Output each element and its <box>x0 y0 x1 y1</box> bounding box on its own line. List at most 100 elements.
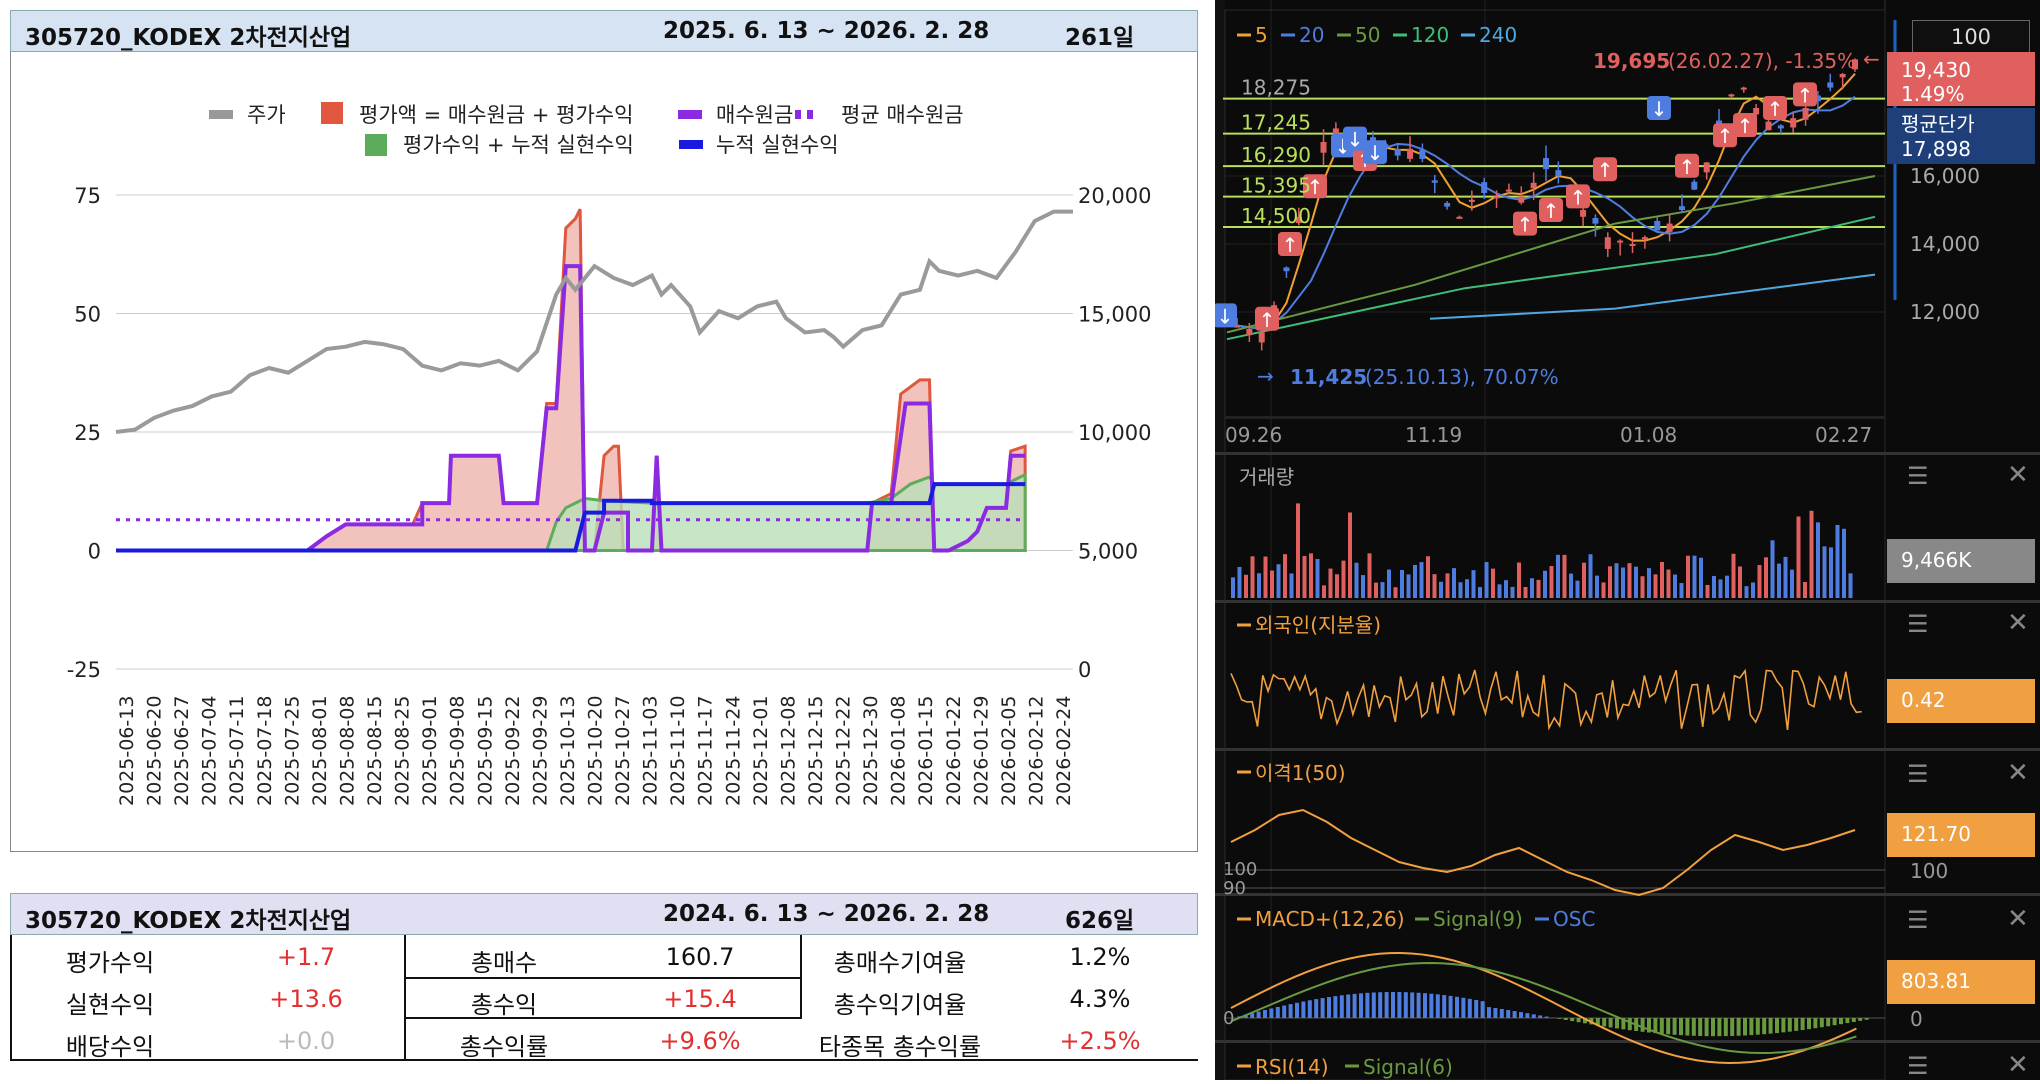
date-tick-label: 2025-08-25 <box>392 696 414 806</box>
volume-bar <box>1504 580 1508 598</box>
macd-osc-bar <box>1609 1018 1613 1027</box>
volume-bar <box>1803 582 1807 598</box>
disparity-90: 90 <box>1223 878 1246 899</box>
macd-osc-bar <box>1820 1018 1824 1027</box>
date-tick-label: 2025-11-03 <box>640 696 662 806</box>
volume-close-icon[interactable]: ✕ <box>2007 460 2029 490</box>
date-tick-label: 2025-10-27 <box>612 696 634 806</box>
date-tick-label: 2025-08-08 <box>336 696 358 806</box>
marker-arrow-icon: ↑ <box>1767 97 1784 121</box>
candle-body <box>1778 125 1784 128</box>
volume-bar <box>1348 512 1352 598</box>
macd-osc-bar <box>1404 992 1408 1018</box>
volume-bar <box>1309 553 1313 598</box>
macd-osc-bar <box>1762 1018 1766 1034</box>
summary-v3: 4.3% <box>990 985 1210 1013</box>
candle-body <box>1642 237 1648 239</box>
volume-bar <box>1283 554 1287 598</box>
date-tick-label: 2025-12-22 <box>833 696 855 806</box>
summary-l3: 총수익기여율 <box>790 985 1010 1020</box>
macd-osc-bar <box>1276 1007 1280 1018</box>
foreign-line <box>1231 670 1862 730</box>
date-tick-label: 2025-11-17 <box>695 696 717 806</box>
macd-osc-bar <box>1641 1018 1645 1032</box>
marker-arrow-icon: ↑ <box>1543 199 1560 223</box>
macd-osc-bar <box>1327 997 1331 1018</box>
fib-label: 16,290 <box>1241 143 1311 167</box>
marker-arrow-icon: ↑ <box>1717 124 1734 148</box>
macd-osc-bar <box>1333 996 1337 1018</box>
disparity-line <box>1231 810 1855 895</box>
volume-menu-icon[interactable]: ☰ <box>1907 462 1929 490</box>
macd-osc-bar <box>1628 1018 1632 1030</box>
volume-bar <box>1725 576 1729 598</box>
candle-body <box>1679 206 1685 210</box>
rsi-title: RSI(14) <box>1255 1055 1329 1079</box>
rsi-close-icon[interactable]: ✕ <box>2007 1050 2029 1080</box>
main-chart: 주가 평가액 = 매수원금 + 평가수익 매수원금 평균 매수원금 평가수익 +… <box>11 52 1199 852</box>
volume-bar <box>1524 587 1528 598</box>
macd-osc-bar <box>1865 1018 1869 1020</box>
foreign-close-icon[interactable]: ✕ <box>2007 608 2029 638</box>
summary-l1: 배당수익 <box>0 1027 220 1062</box>
macd-osc-bar <box>1545 1017 1549 1018</box>
summary-v2: +9.6% <box>590 1027 810 1055</box>
rsi-menu-icon[interactable]: ☰ <box>1907 1052 1929 1080</box>
volume-bar <box>1400 570 1404 598</box>
disparity-close-icon[interactable]: ✕ <box>2007 758 2029 788</box>
macd-osc-bar <box>1845 1018 1849 1023</box>
candle-body <box>1432 180 1438 182</box>
summary-l3: 총매수기여율 <box>790 943 1010 978</box>
macd-osc-bar <box>1705 1018 1709 1036</box>
ma-legend-label: 5 <box>1255 23 1268 47</box>
x-date-label: 09.26 <box>1225 423 1282 447</box>
avg-label: 평균단가 <box>1901 112 2035 137</box>
macd-osc-bar <box>1397 992 1401 1018</box>
macd-osc-bar <box>1749 1018 1753 1035</box>
fib-label: 17,245 <box>1241 111 1311 135</box>
candle-body <box>1518 196 1524 202</box>
candle-body <box>1704 162 1710 172</box>
macd-osc-bar <box>1429 994 1433 1018</box>
volume-bar <box>1628 563 1632 598</box>
volume-bar <box>1589 554 1593 598</box>
volume-bar <box>1322 585 1326 598</box>
volume-bar <box>1303 556 1307 598</box>
high-note: 19,695 <box>1593 49 1670 73</box>
zoom-box[interactable]: 100 <box>1912 20 2030 54</box>
foreign-menu-icon[interactable]: ☰ <box>1907 610 1929 638</box>
summary-l2: 총매수 <box>394 943 614 978</box>
volume-bar <box>1836 525 1840 598</box>
candle-body <box>1840 74 1846 77</box>
macd-osc-bar <box>1487 1007 1491 1018</box>
date-tick-label: 2026-01-15 <box>915 696 937 806</box>
foreign-title: 외국인(지분율) <box>1255 613 1381 637</box>
macd-osc-bar <box>1308 1000 1312 1018</box>
panel-separator <box>1215 748 2040 751</box>
disparity-menu-icon[interactable]: ☰ <box>1907 760 1929 788</box>
macd-title: MACD+(12,26) <box>1255 907 1405 931</box>
macd-osc-bar <box>1666 1018 1670 1034</box>
macd-close-icon[interactable]: ✕ <box>2007 904 2029 934</box>
macd-menu-icon[interactable]: ☰ <box>1907 906 1929 934</box>
macd-osc-bar <box>1461 998 1465 1018</box>
fib-label: 15,395 <box>1241 174 1311 198</box>
macd-osc-bar <box>1717 1018 1721 1036</box>
date-tick-label: 2025-09-29 <box>529 696 551 806</box>
macd-osc-bar <box>1410 992 1414 1018</box>
date-tick-label: 2025-07-25 <box>281 696 303 806</box>
macd-osc-bar <box>1346 995 1350 1018</box>
candle-body <box>1395 149 1401 155</box>
volume-bar <box>1264 557 1268 598</box>
date-tick-label: 2026-02-12 <box>1025 696 1047 806</box>
last-price-tag: 19,430 1.49% <box>1887 52 2035 106</box>
macd-osc-bar <box>1769 1018 1773 1034</box>
volume-bar <box>1543 571 1547 598</box>
volume-bar <box>1439 582 1443 598</box>
chart-title: 305720_KODEX 2차전지산업 <box>25 18 351 52</box>
macd-osc-bar <box>1353 994 1357 1018</box>
candle-body <box>1259 332 1265 342</box>
volume-bar <box>1316 559 1320 598</box>
macd-osc-bar <box>1737 1018 1741 1036</box>
volume-bar <box>1335 574 1339 598</box>
